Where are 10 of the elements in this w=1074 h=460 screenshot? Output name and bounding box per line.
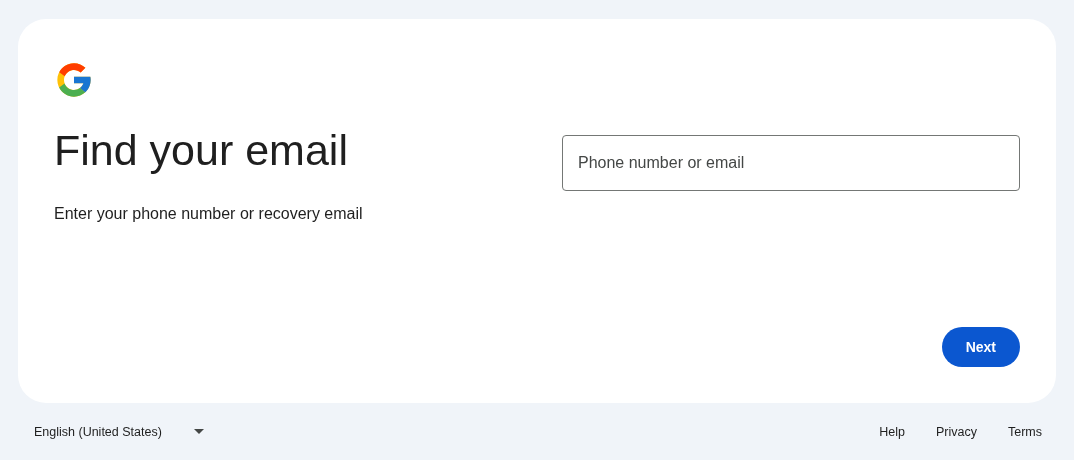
footer-link[interactable]: Privacy (936, 424, 977, 439)
input-field[interactable]: Phone number or email (562, 135, 1020, 191)
logo-icon (54, 60, 94, 100)
caret-icon (194, 429, 204, 434)
footer-link[interactable]: Terms (1007, 424, 1042, 439)
footer-link[interactable]: Help (879, 424, 905, 439)
language-dropdown[interactable]: English (United States) (34, 424, 204, 439)
next-button[interactable]: Next (941, 327, 1020, 367)
page-heading: Find your email (54, 125, 349, 176)
instruction-text: Enter your phone number or recovery email (54, 204, 364, 224)
